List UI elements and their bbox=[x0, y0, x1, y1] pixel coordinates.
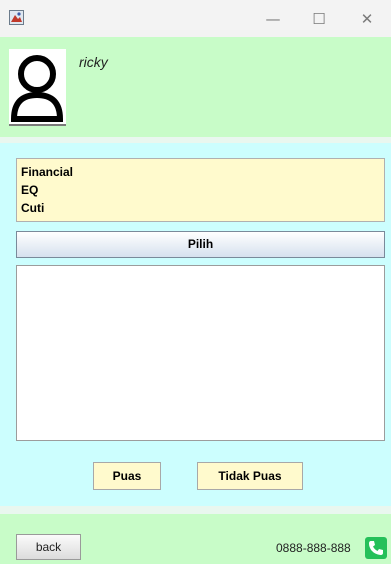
avatar bbox=[9, 49, 66, 126]
close-button[interactable]: ✕ bbox=[344, 6, 390, 32]
window-titlebar: — ☐ ✕ bbox=[0, 0, 391, 37]
menu-item-financial[interactable]: Financial bbox=[21, 163, 380, 181]
puas-button[interactable]: Puas bbox=[93, 462, 161, 490]
divider bbox=[0, 506, 391, 514]
menu-list: Financial EQ Cuti bbox=[16, 158, 385, 222]
menu-item-cuti[interactable]: Cuti bbox=[21, 199, 380, 217]
app-icon bbox=[9, 10, 24, 25]
menu-item-eq[interactable]: EQ bbox=[21, 181, 380, 199]
user-silhouette-icon bbox=[10, 55, 64, 122]
content-textarea[interactable] bbox=[16, 265, 385, 441]
minimize-button[interactable]: — bbox=[250, 6, 296, 32]
username-label: ricky bbox=[79, 54, 108, 70]
phone-number: 0888-888-888 bbox=[276, 541, 351, 555]
tidak-puas-button[interactable]: Tidak Puas bbox=[197, 462, 303, 490]
footer-panel: back 0888-888-888 bbox=[0, 514, 391, 564]
phone-icon[interactable] bbox=[365, 537, 387, 559]
pilih-button[interactable]: Pilih bbox=[16, 231, 385, 258]
maximize-button[interactable]: ☐ bbox=[296, 6, 342, 32]
profile-panel: ricky bbox=[0, 37, 391, 137]
main-panel: Financial EQ Cuti Pilih Puas Tidak Puas bbox=[0, 143, 391, 506]
back-button[interactable]: back bbox=[16, 534, 81, 560]
